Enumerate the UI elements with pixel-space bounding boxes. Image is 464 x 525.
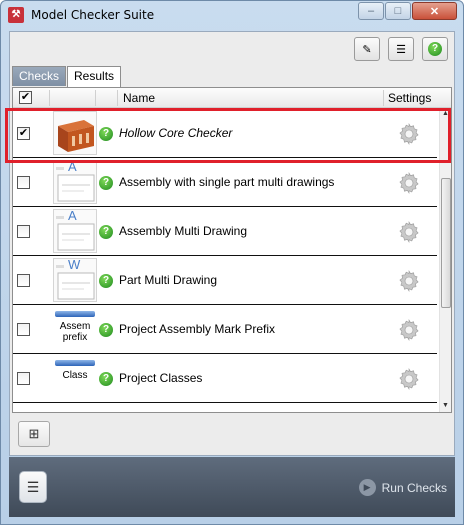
check-name: Part Multi Drawing: [119, 273, 218, 287]
tab-checks[interactable]: Checks: [12, 66, 67, 86]
column-divider: [383, 90, 384, 106]
gear-icon[interactable]: [397, 171, 421, 195]
window-controls: – □ ✕: [357, 2, 457, 20]
check-name: Assembly with single part multi drawings: [119, 175, 335, 189]
filter-button[interactable]: ⊞: [18, 421, 50, 447]
app-window: ⚒ Model Checker Suite – □ ✕ ✎ ☰ ? Checks…: [0, 0, 464, 525]
run-checks-label: Run Checks: [381, 480, 447, 495]
column-divider: [49, 90, 50, 106]
status-ok-icon: ?: [99, 127, 113, 141]
column-divider: [95, 90, 96, 106]
check-thumbnail: A: [53, 160, 97, 204]
list-view-button[interactable]: ☰: [388, 37, 414, 61]
pin-icon: ✎: [362, 43, 372, 56]
check-name: Hollow Core Checker: [119, 126, 233, 140]
gear-icon[interactable]: [397, 367, 421, 391]
check-thumbnail: W: [53, 258, 97, 302]
row-checkbox[interactable]: ✔: [17, 127, 30, 140]
scroll-thumb[interactable]: [441, 178, 451, 308]
title-bar[interactable]: ⚒ Model Checker Suite – □ ✕: [1, 1, 463, 31]
check-name: Project Classes: [119, 371, 203, 385]
run-checks-button[interactable]: ▶ Run Checks: [358, 479, 447, 496]
list-icon: ☰: [396, 43, 406, 56]
check-row[interactable]: A? Assembly Multi Drawing: [13, 207, 437, 256]
help-icon: ?: [428, 42, 442, 56]
footer-bar: ☰ ▶ Run Checks: [9, 457, 455, 517]
thumbnail-letter: W: [68, 258, 81, 272]
thumbnail-letter: A: [68, 209, 77, 223]
thumbnail-label: Assem prefix: [59, 321, 91, 343]
app-icon: ⚒: [8, 7, 24, 23]
column-header-settings[interactable]: Settings: [388, 91, 431, 105]
status-ok-icon: ?: [99, 372, 113, 386]
gear-icon[interactable]: [397, 122, 421, 146]
thumbnail-bar: [55, 311, 95, 317]
tab-strip: Checks Results: [12, 66, 122, 87]
maximize-button[interactable]: □: [385, 2, 411, 20]
check-thumbnail: Class: [53, 356, 97, 400]
grid-filter-icon: ⊞: [28, 426, 40, 441]
check-row[interactable]: Class? Project Classes: [13, 354, 437, 403]
check-row[interactable]: Assem prefix? Project Assembly Mark Prefi…: [13, 305, 437, 354]
check-thumbnail: Assem prefix: [53, 307, 97, 351]
list-icon: ☰: [26, 478, 40, 495]
checks-grid: ✔ Name Settings ✔? Hollow Core Checker A? A…: [12, 87, 452, 413]
thumbnail-letter: A: [68, 160, 77, 174]
column-header-name[interactable]: Name: [123, 91, 155, 105]
row-checkbox[interactable]: [17, 372, 30, 385]
status-ok-icon: ?: [99, 225, 113, 239]
check-name: Assembly Multi Drawing: [119, 224, 248, 238]
status-ok-icon: ?: [99, 274, 113, 288]
hollow-core-thumbnail: [53, 111, 97, 155]
tab-results[interactable]: Results: [67, 66, 122, 87]
select-all-checkbox[interactable]: ✔: [19, 91, 32, 104]
vertical-scrollbar[interactable]: ▲ ▼: [439, 108, 451, 412]
row-checkbox[interactable]: [17, 225, 30, 238]
check-list-button[interactable]: ☰: [19, 471, 47, 503]
gear-icon[interactable]: [397, 318, 421, 342]
check-row[interactable]: A? Assembly with single part multi drawin…: [13, 158, 437, 207]
scroll-down-icon[interactable]: ▼: [442, 402, 449, 409]
check-name: Project Assembly Mark Prefix: [119, 322, 276, 336]
row-checkbox[interactable]: [17, 176, 30, 189]
thumbnail-bar: [55, 360, 95, 366]
main-panel: ✎ ☰ ? Checks Results ✔ Name Settings ✔? H…: [9, 31, 455, 456]
status-ok-icon: ?: [99, 176, 113, 190]
close-button[interactable]: ✕: [412, 2, 457, 20]
check-row[interactable]: ✔? Hollow Core Checker: [13, 109, 437, 158]
gear-icon[interactable]: [397, 220, 421, 244]
minimize-button[interactable]: –: [358, 2, 384, 20]
check-row[interactable]: W? Part Multi Drawing: [13, 256, 437, 305]
status-ok-icon: ?: [99, 323, 113, 337]
check-thumbnail: A: [53, 209, 97, 253]
row-checkbox[interactable]: [17, 323, 30, 336]
pin-button[interactable]: ✎: [354, 37, 380, 61]
grid-header: ✔ Name Settings: [13, 88, 451, 108]
column-divider: [117, 90, 118, 106]
row-checkbox[interactable]: [17, 274, 30, 287]
scroll-up-icon[interactable]: ▲: [442, 110, 449, 117]
play-icon: ▶: [358, 479, 376, 496]
gear-icon[interactable]: [397, 269, 421, 293]
thumbnail-label: Class: [62, 370, 88, 381]
help-button[interactable]: ?: [422, 37, 448, 61]
window-title: Model Checker Suite: [31, 8, 155, 22]
